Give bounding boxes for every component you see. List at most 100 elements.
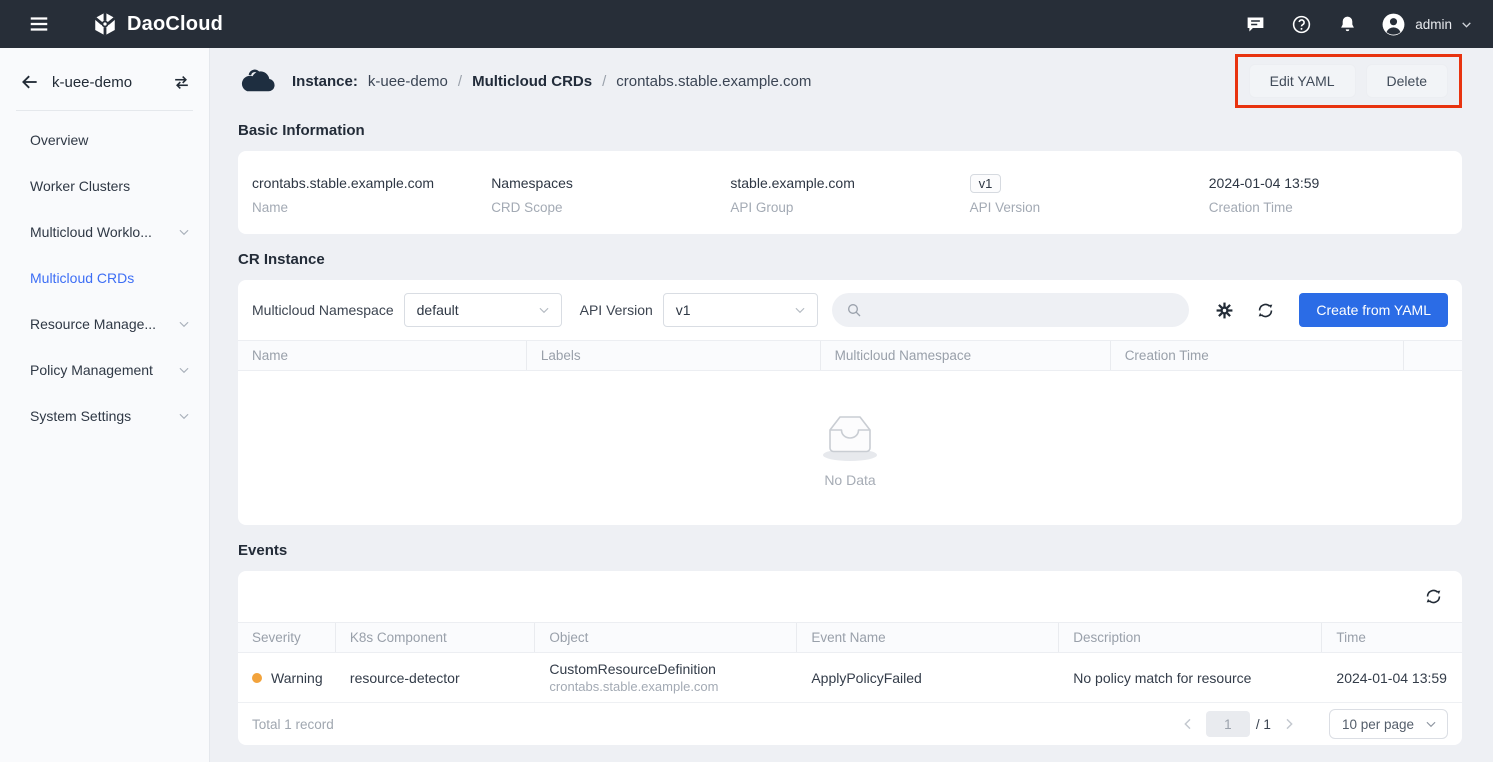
- chevron-down-icon: [177, 225, 191, 239]
- breadcrumb-cluster[interactable]: k-uee-demo: [368, 73, 448, 90]
- api-version-select-value: v1: [676, 302, 793, 318]
- info-field-api-version: v1 API Version: [970, 172, 1209, 215]
- sidebar-item-label: Policy Management: [30, 362, 177, 378]
- cr-search-box[interactable]: [832, 293, 1190, 327]
- column-header-k8s-component: K8s Component: [336, 623, 536, 652]
- user-menu[interactable]: admin: [1381, 12, 1473, 37]
- current-page-input[interactable]: [1206, 711, 1250, 737]
- menu-hamburger-icon[interactable]: [26, 11, 52, 37]
- field-label: Name: [252, 200, 491, 215]
- info-field-crd-scope: Namespaces CRD Scope: [491, 172, 730, 215]
- search-icon: [846, 302, 862, 318]
- user-chevron-down-icon: [1460, 18, 1473, 31]
- events-table-header: Severity K8s Component Object Event Name…: [238, 622, 1462, 653]
- column-header-labels: Labels: [527, 341, 821, 370]
- breadcrumb-instance-label: Instance:: [292, 73, 358, 90]
- brand-name: DaoCloud: [127, 13, 223, 36]
- column-header-time: Time: [1322, 623, 1462, 652]
- sidebar-item-overview[interactable]: Overview: [0, 117, 209, 163]
- previous-page-icon[interactable]: [1180, 716, 1196, 732]
- chevron-down-icon: [177, 409, 191, 423]
- column-header-severity: Severity: [238, 623, 336, 652]
- empty-state-text: No Data: [824, 472, 875, 488]
- empty-box-icon: [813, 408, 887, 464]
- delete-button[interactable]: Delete: [1366, 64, 1448, 98]
- page-size-select[interactable]: 10 per page: [1329, 709, 1448, 739]
- daocloud-logo-icon: [92, 11, 118, 37]
- cr-instance-card: Multicloud Namespace default API Version…: [238, 280, 1462, 525]
- field-value: stable.example.com: [730, 172, 969, 194]
- info-field-name: crontabs.stable.example.com Name: [252, 172, 491, 215]
- chevron-down-icon: [1424, 717, 1438, 731]
- sidebar-item-label: Multicloud Worklo...: [30, 224, 177, 240]
- chevron-down-icon: [537, 303, 551, 317]
- basic-information-title: Basic Information: [238, 122, 1462, 139]
- sidebar-item-worker-clusters[interactable]: Worker Clusters: [0, 163, 209, 209]
- sidebar-item-multicloud-crds[interactable]: Multicloud CRDs: [0, 255, 209, 301]
- info-field-creation-time: 2024-01-04 13:59 Creation Time: [1209, 172, 1448, 215]
- event-table-row: Warning resource-detector CustomResource…: [238, 653, 1462, 703]
- switch-instance-icon[interactable]: [172, 73, 191, 92]
- events-title: Events: [238, 542, 1462, 559]
- api-version-filter-label: API Version: [580, 302, 653, 318]
- sidebar-item-resource-management[interactable]: Resource Manage...: [0, 301, 209, 347]
- event-time: 2024-01-04 13:59: [1322, 653, 1462, 702]
- sidebar-item-label: Overview: [30, 132, 191, 148]
- event-object-kind: CustomResourceDefinition: [549, 661, 716, 677]
- field-label: API Version: [970, 200, 1209, 215]
- field-label: Creation Time: [1209, 200, 1448, 215]
- sidebar-item-multicloud-workloads[interactable]: Multicloud Worklo...: [0, 209, 209, 255]
- help-icon[interactable]: [1289, 12, 1313, 36]
- breadcrumb-separator: /: [458, 73, 462, 90]
- event-object-cell: CustomResourceDefinition crontabs.stable…: [535, 653, 797, 702]
- field-label: API Group: [730, 200, 969, 215]
- events-pagination: Total 1 record / 1 10 per page: [238, 703, 1462, 745]
- back-arrow-icon[interactable]: [20, 72, 40, 92]
- cr-search-input[interactable]: [870, 302, 1176, 318]
- settings-gear-icon[interactable]: [1213, 299, 1235, 321]
- event-object-name: crontabs.stable.example.com: [549, 679, 718, 694]
- sidebar-item-label: System Settings: [30, 408, 177, 424]
- column-header-creation-time: Creation Time: [1111, 341, 1405, 370]
- create-from-yaml-button[interactable]: Create from YAML: [1299, 293, 1448, 327]
- namespace-select[interactable]: default: [404, 293, 562, 327]
- field-value: Namespaces: [491, 172, 730, 194]
- namespace-select-value: default: [417, 302, 537, 318]
- notifications-bell-icon[interactable]: [1335, 12, 1359, 36]
- sidebar: k-uee-demo Overview Worker Clusters Mult…: [0, 48, 210, 762]
- column-header-name: Name: [238, 341, 527, 370]
- top-navbar: DaoCloud admin: [0, 0, 1493, 48]
- page-size-value: 10 per page: [1342, 717, 1414, 732]
- sidebar-item-system-settings[interactable]: System Settings: [0, 393, 209, 439]
- breadcrumb: Instance: k-uee-demo / Multicloud CRDs /…: [238, 67, 811, 95]
- next-page-icon[interactable]: [1281, 716, 1297, 732]
- total-records-text: Total 1 record: [252, 717, 1170, 732]
- events-refresh-icon[interactable]: [1422, 586, 1444, 608]
- column-header-multicloud-namespace: Multicloud Namespace: [821, 341, 1111, 370]
- column-header-actions: [1404, 341, 1462, 370]
- chevron-down-icon: [177, 363, 191, 377]
- total-pages-text: / 1: [1256, 717, 1271, 732]
- event-severity: Warning: [271, 670, 323, 686]
- daocloud-logo[interactable]: DaoCloud: [92, 11, 223, 37]
- field-value: 2024-01-04 13:59: [1209, 172, 1448, 194]
- breadcrumb-resource: crontabs.stable.example.com: [616, 73, 811, 90]
- sidebar-item-policy-management[interactable]: Policy Management: [0, 347, 209, 393]
- edit-yaml-button[interactable]: Edit YAML: [1249, 64, 1356, 98]
- avatar: [1381, 12, 1406, 37]
- sidebar-item-label: Resource Manage...: [30, 316, 177, 332]
- breadcrumb-section[interactable]: Multicloud CRDs: [472, 73, 592, 90]
- cr-instance-title: CR Instance: [238, 251, 1462, 268]
- main-content: Instance: k-uee-demo / Multicloud CRDs /…: [210, 48, 1493, 762]
- refresh-icon[interactable]: [1254, 299, 1276, 321]
- cluster-name: k-uee-demo: [52, 74, 172, 91]
- namespace-filter-label: Multicloud Namespace: [252, 302, 394, 318]
- cr-empty-state: No Data: [238, 371, 1462, 525]
- chevron-down-icon: [793, 303, 807, 317]
- cr-table-header: Name Labels Multicloud Namespace Creatio…: [238, 340, 1462, 371]
- event-description: No policy match for resource: [1059, 653, 1322, 702]
- event-name: ApplyPolicyFailed: [797, 653, 1059, 702]
- api-version-select[interactable]: v1: [663, 293, 818, 327]
- messages-icon[interactable]: [1243, 12, 1267, 36]
- field-value: crontabs.stable.example.com: [252, 172, 491, 194]
